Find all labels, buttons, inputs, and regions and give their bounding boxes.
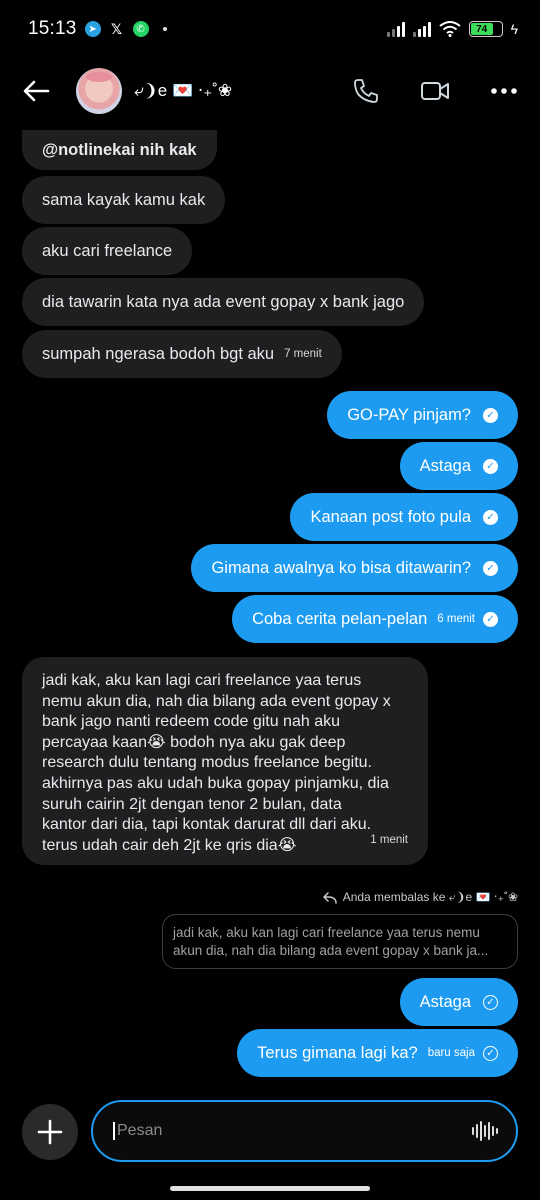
clock: 15:13 <box>28 18 77 39</box>
message-incoming[interactable]: @notlinekai nih kak <box>22 130 217 170</box>
message-input[interactable] <box>113 1122 472 1140</box>
battery-level: 74 <box>470 23 493 35</box>
message-text: @notlinekai nih kak <box>42 140 197 159</box>
read-check-icon: ✓ <box>483 458 498 474</box>
message-composer[interactable] <box>91 1100 518 1162</box>
signal-icon <box>386 21 405 37</box>
contact-name[interactable]: ⤶❩e 💌 ‧₊˚❀ <box>134 81 232 101</box>
message-text: Astaga <box>419 456 471 475</box>
message-text: Coba cerita pelan-pelan <box>252 609 428 628</box>
back-button[interactable] <box>22 74 56 108</box>
reply-arrow-icon <box>322 891 337 904</box>
arrow-left-icon <box>23 80 50 102</box>
message-incoming[interactable]: aku cari freelance <box>22 227 193 275</box>
notification-dot-icon <box>162 27 167 31</box>
x-icon: 𝕏 <box>110 20 123 37</box>
message-text: Terus gimana lagi ka? <box>257 1043 418 1062</box>
read-check-icon: ✓ <box>483 611 498 627</box>
add-attachment-button[interactable] <box>22 1104 78 1160</box>
chat-header: ⤶❩e 💌 ‧₊˚❀ <box>0 58 540 124</box>
message-outgoing[interactable]: Astaga ✓ <box>399 978 518 1026</box>
message-outgoing[interactable]: Kanaan post foto pula ✓ <box>290 493 518 541</box>
message-incoming-long[interactable]: jadi kak, aku kan lagi cari freelance ya… <box>22 657 428 865</box>
message-outgoing[interactable]: GO-PAY pinjam? ✓ <box>327 391 518 439</box>
voice-message-icon[interactable] <box>472 1120 498 1142</box>
message-outgoing[interactable]: Terus gimana lagi ka? baru saja ✓ <box>237 1029 518 1077</box>
more-options-icon[interactable] <box>490 87 518 95</box>
wifi-icon <box>438 21 461 37</box>
reply-label-text: Anda membalas ke ⤶❩e 💌 ‧₊˚❀ <box>342 890 518 904</box>
message-text: sama kayak kamu kak <box>42 190 206 209</box>
message-outgoing[interactable]: Astaga ✓ <box>399 442 518 490</box>
read-check-icon: ✓ <box>483 407 498 423</box>
message-text: dia tawarin kata nya ada event gopay x b… <box>42 292 405 311</box>
message-text: GO-PAY pinjam? <box>347 405 471 424</box>
message-text: Kanaan post foto pula <box>310 507 471 526</box>
signal-2-icon <box>412 21 431 37</box>
message-time: 7 menit <box>284 348 322 360</box>
whatsapp-icon: ✆ <box>132 21 149 37</box>
message-thread[interactable]: @notlinekai nih kak sama kayak kamu kak … <box>0 124 540 1094</box>
read-check-icon: ✓ <box>483 560 498 576</box>
telegram-icon: ➤ <box>84 21 101 37</box>
message-incoming[interactable]: sumpah ngerasa bodoh bgt aku 7 menit <box>22 330 342 378</box>
plus-icon <box>37 1119 63 1145</box>
reply-indicator: Anda membalas ke ⤶❩e 💌 ‧₊˚❀ <box>322 890 518 905</box>
read-check-icon: ✓ <box>483 509 498 525</box>
sent-check-icon: ✓ <box>483 994 498 1010</box>
charging-icon: ϟ <box>510 21 518 37</box>
message-text: jadi kak, aku kan lagi cari freelance ya… <box>42 672 391 854</box>
message-incoming[interactable]: sama kayak kamu kak <box>22 176 226 224</box>
avatar[interactable] <box>76 68 122 114</box>
sent-check-icon: ✓ <box>483 1045 498 1061</box>
battery-icon: 74 <box>468 21 503 37</box>
message-time: 6 menit <box>437 613 475 625</box>
message-outgoing[interactable]: Gimana awalnya ko bisa ditawarin? ✓ <box>191 544 518 592</box>
message-outgoing[interactable]: Coba cerita pelan-pelan 6 menit ✓ <box>232 595 518 643</box>
video-call-icon[interactable] <box>420 79 450 103</box>
message-text: Astaga <box>419 992 471 1011</box>
message-text: aku cari freelance <box>42 241 173 260</box>
status-bar: 15:13 ➤ 𝕏 ✆ 74 ϟ <box>0 0 540 58</box>
message-text: Gimana awalnya ko bisa ditawarin? <box>211 558 471 577</box>
message-incoming[interactable]: dia tawarin kata nya ada event gopay x b… <box>22 278 425 326</box>
phone-icon[interactable] <box>352 77 380 105</box>
message-time: 1 menit <box>370 834 408 847</box>
home-indicator[interactable] <box>170 1186 370 1191</box>
quoted-message[interactable]: jadi kak, aku kan lagi cari freelance ya… <box>162 914 518 969</box>
message-time: baru saja <box>427 1047 475 1059</box>
message-text: sumpah ngerasa bodoh bgt aku <box>42 344 275 363</box>
